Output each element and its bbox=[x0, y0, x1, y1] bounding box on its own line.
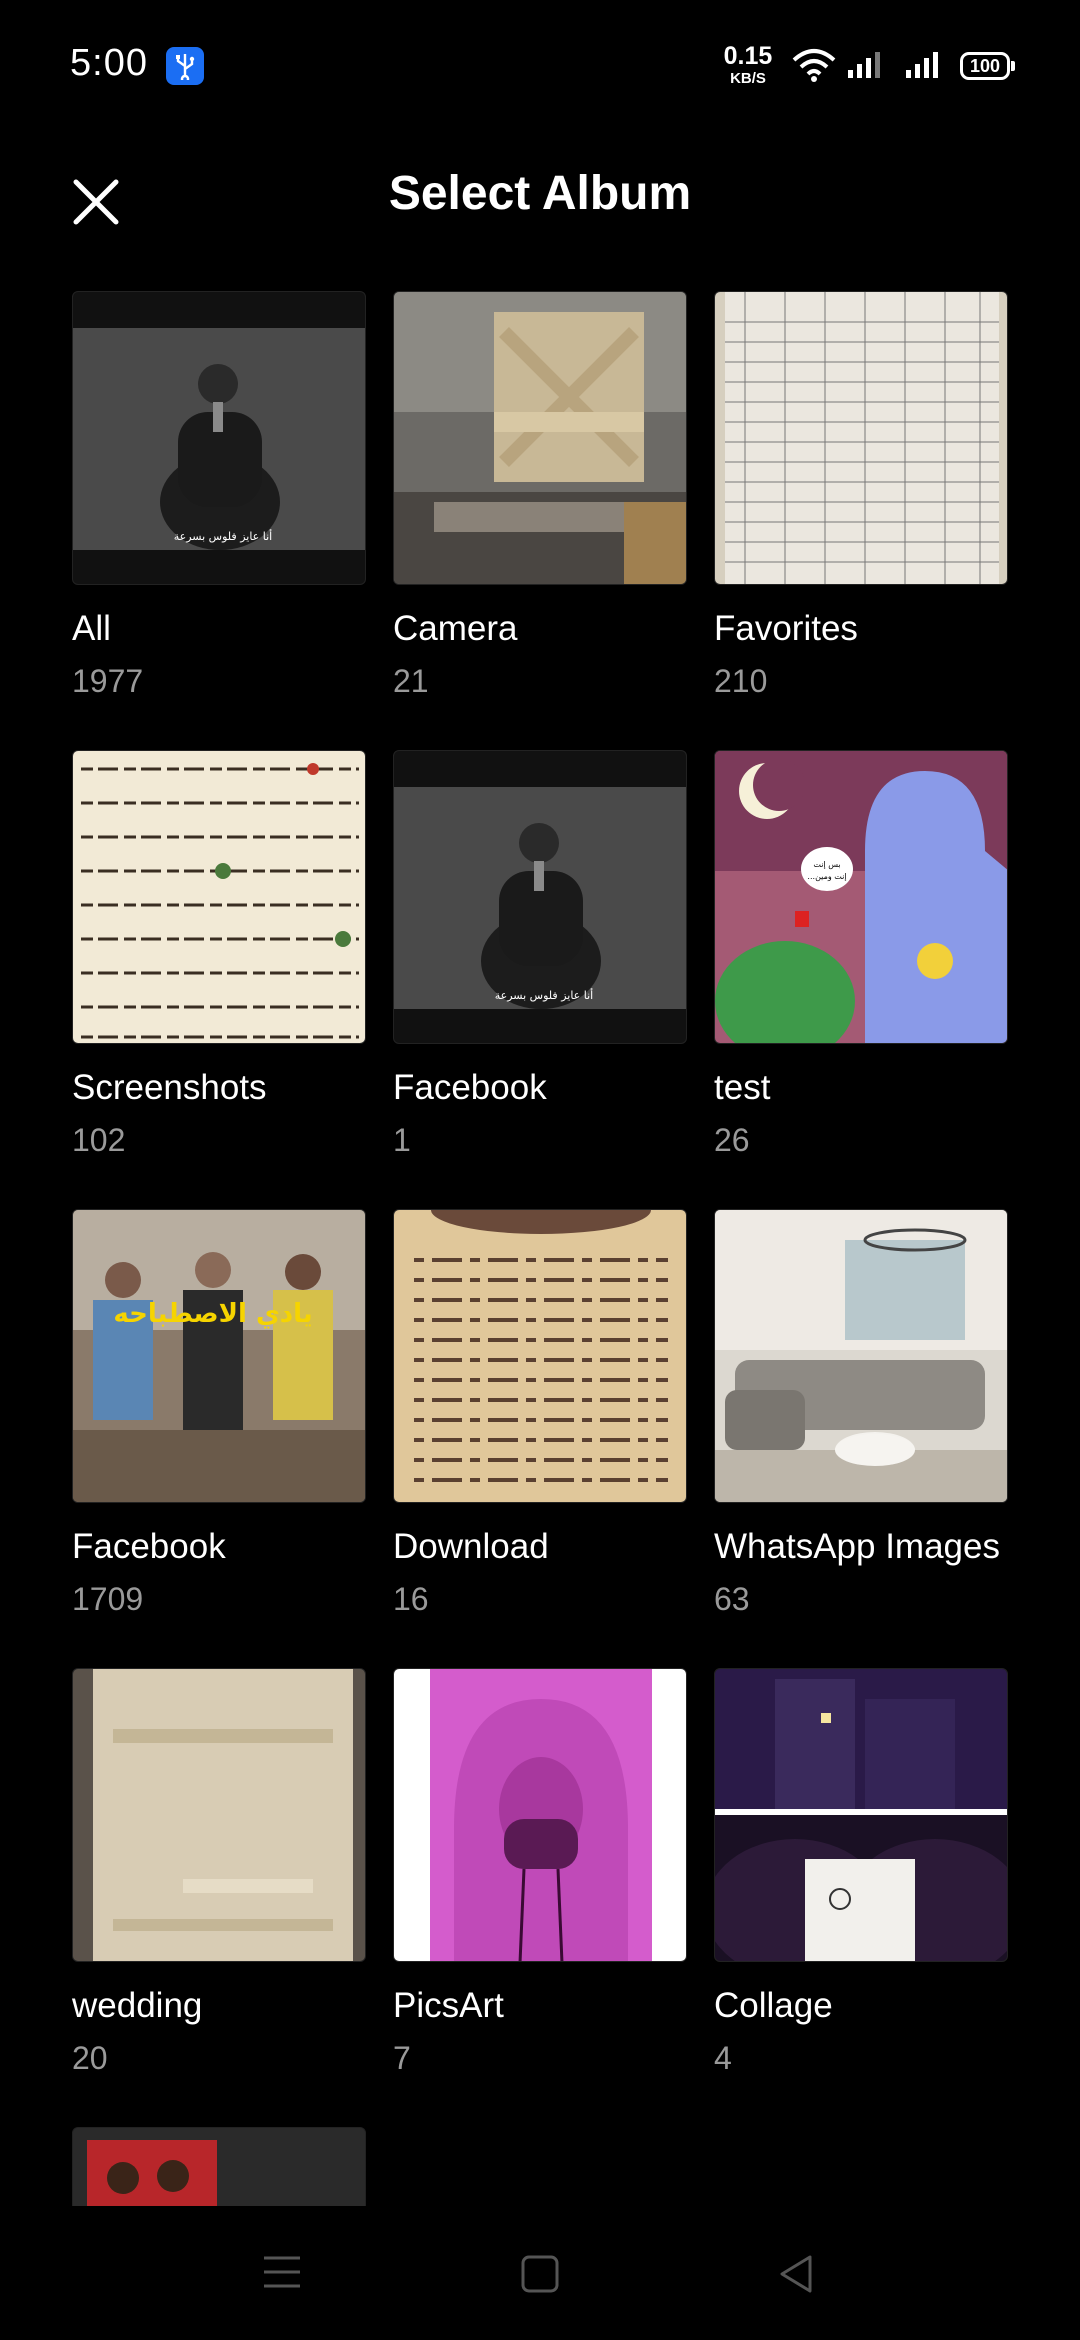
battery-icon: 100 bbox=[960, 52, 1015, 80]
album-count: 21 bbox=[393, 663, 429, 699]
album-count: 1977 bbox=[72, 663, 144, 699]
album-name: test bbox=[714, 1068, 771, 1107]
home-button[interactable] bbox=[480, 2206, 600, 2340]
album-name: Camera bbox=[393, 609, 518, 648]
album-thumbnail bbox=[72, 2127, 366, 2217]
album-name: Favorites bbox=[714, 609, 858, 648]
album-count: 102 bbox=[72, 1122, 126, 1158]
album-count: 1709 bbox=[72, 1581, 144, 1617]
status-bar: 5:00 0.15 KB/S 100 bbox=[0, 0, 1080, 130]
album-count: 4 bbox=[714, 2040, 732, 2076]
album-count: 63 bbox=[714, 1581, 750, 1617]
album-count: 16 bbox=[393, 1581, 429, 1617]
network-speed: 0.15 KB/S bbox=[722, 42, 774, 87]
album-thumbnail: أنا عايز فلوس بسرعة bbox=[393, 750, 687, 1044]
album-thumbnail: أنا عايز فلوس بسرعة bbox=[72, 291, 366, 585]
album-count: 7 bbox=[393, 2040, 411, 2076]
recents-button[interactable] bbox=[222, 2206, 342, 2340]
album-thumbnail bbox=[393, 291, 687, 585]
album-name: All bbox=[72, 609, 111, 648]
album-name: Screenshots bbox=[72, 1068, 267, 1107]
usb-icon bbox=[166, 47, 204, 85]
network-speed-unit: KB/S bbox=[730, 70, 766, 87]
album-name: WhatsApp Images bbox=[714, 1527, 1000, 1566]
navigation-bar bbox=[0, 2206, 1080, 2340]
album-name: Facebook bbox=[393, 1068, 547, 1107]
thumbnail-caption: أنا عايز فلوس بسرعة bbox=[174, 529, 272, 543]
album-name: Download bbox=[393, 1527, 549, 1566]
thumbnail-caption: أنا عايز فلوس بسرعة bbox=[495, 988, 593, 1002]
home-icon bbox=[521, 2255, 559, 2293]
back-icon bbox=[780, 2255, 812, 2293]
album-name: wedding bbox=[72, 1986, 203, 2025]
thumbnail-caption: يادي الاصطباحه bbox=[113, 1299, 312, 1329]
album-thumbnail bbox=[714, 1668, 1008, 1962]
album-thumbnail bbox=[393, 1668, 687, 1962]
network-speed-value: 0.15 bbox=[723, 42, 773, 70]
wifi-icon bbox=[792, 48, 836, 89]
album-count: 210 bbox=[714, 663, 768, 699]
back-button[interactable] bbox=[736, 2206, 856, 2340]
album-thumbnail bbox=[714, 291, 1008, 585]
album-count: 20 bbox=[72, 2040, 108, 2076]
album-count: 1 bbox=[393, 1122, 411, 1158]
thumbnail-caption: بس إنت bbox=[813, 860, 840, 870]
album-count: 26 bbox=[714, 1122, 750, 1158]
signal-icon bbox=[904, 50, 944, 85]
album-name: Facebook bbox=[72, 1527, 226, 1566]
album-name: Collage bbox=[714, 1986, 833, 2025]
album-thumbnail bbox=[72, 750, 366, 1044]
album-name: PicsArt bbox=[393, 1986, 504, 2025]
album-thumbnail: بس إنت ...إنت ومين bbox=[714, 750, 1008, 1044]
album-thumbnail bbox=[393, 1209, 687, 1503]
signal-icon bbox=[846, 50, 886, 85]
thumbnail-caption: ...إنت ومين bbox=[807, 872, 846, 882]
battery-level: 100 bbox=[969, 56, 1001, 76]
album-thumbnail: يادي الاصطباحه bbox=[72, 1209, 366, 1503]
album-thumbnail bbox=[72, 1668, 366, 1962]
album-thumbnail bbox=[714, 1209, 1008, 1503]
menu-icon bbox=[264, 2256, 300, 2288]
page-title: Select Album bbox=[388, 167, 692, 220]
clock: 5:00 bbox=[70, 42, 148, 84]
